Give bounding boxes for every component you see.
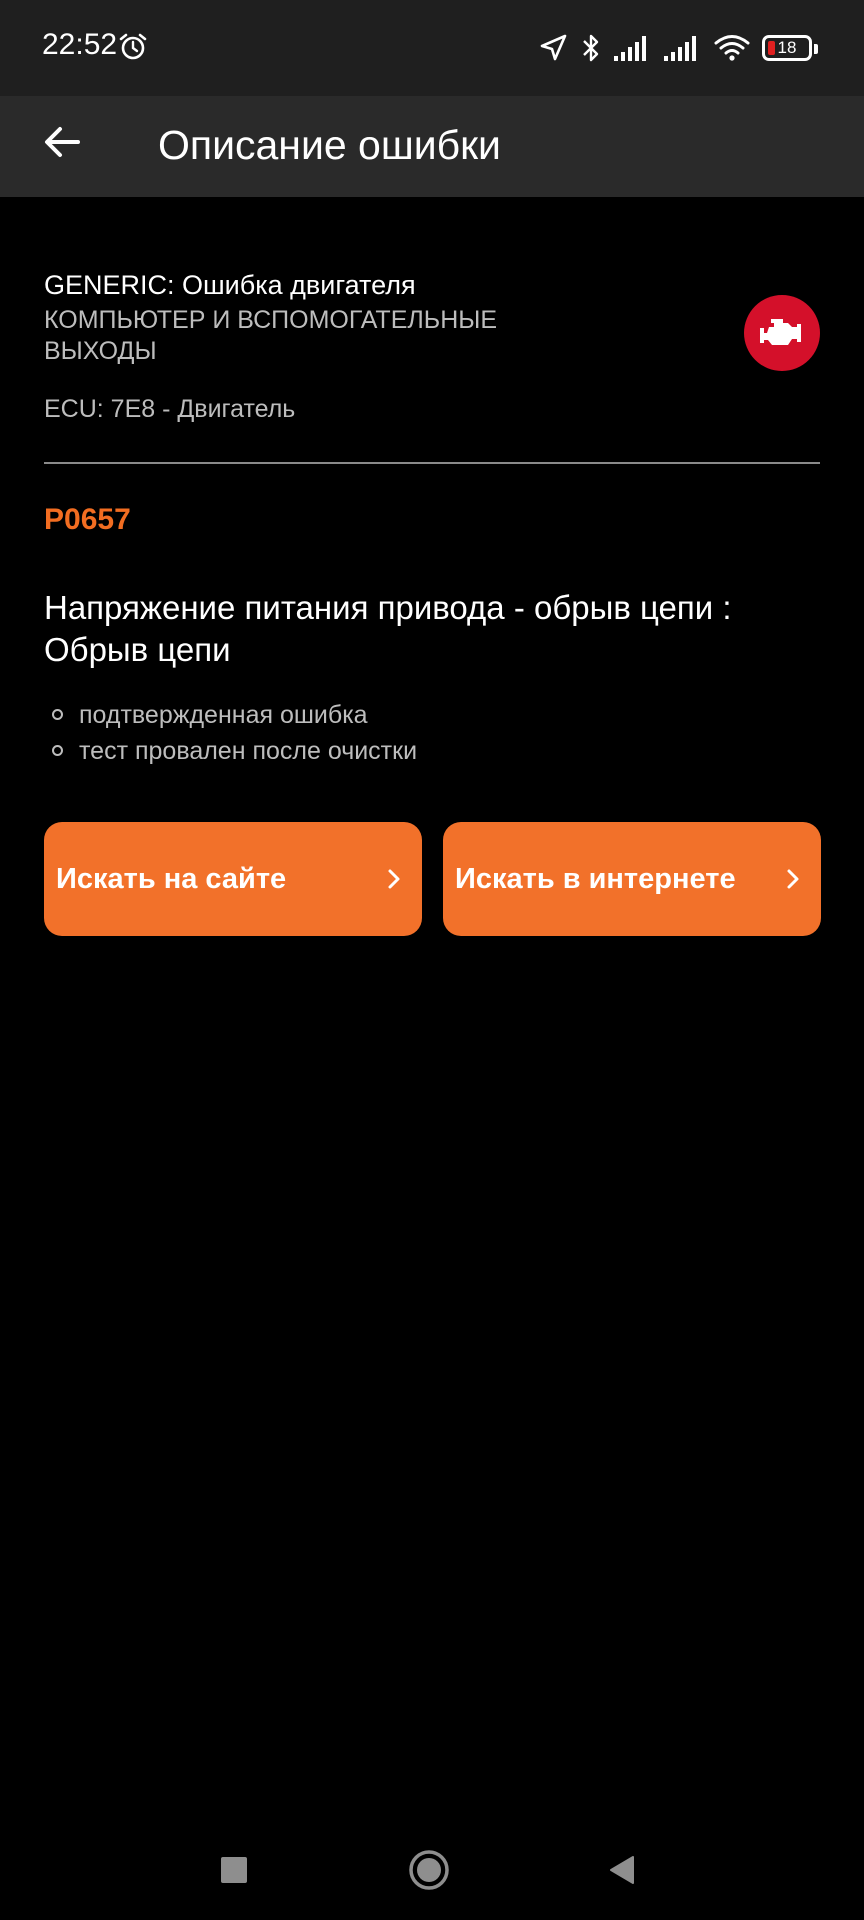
- arrow-left-icon: [45, 127, 80, 157]
- status-time: 22:52: [42, 28, 118, 61]
- list-item: тест провален после очистки: [44, 733, 417, 769]
- search-site-label: Искать на сайте: [56, 862, 287, 895]
- error-code: P0657: [44, 503, 131, 536]
- search-site-button[interactable]: Искать на сайте: [44, 822, 422, 936]
- ecu-label: ECU: 7E8 - Двигатель: [44, 395, 296, 423]
- wifi-icon: [714, 35, 750, 61]
- engine-icon: [760, 319, 801, 345]
- system-subtitle: КОМПЬЮТЕР И ВСПОМОГАТЕЛЬНЫЕ ВЫХОДЫ: [44, 306, 498, 365]
- error-description: Напряжение питания привода - обрыв цепи …: [44, 589, 732, 668]
- page-title: Описание ошибки: [158, 122, 501, 168]
- signal-icon: [614, 36, 646, 61]
- divider: [44, 462, 820, 464]
- recents-button[interactable]: [204, 1840, 264, 1900]
- search-internet-button[interactable]: Искать в интернете: [443, 822, 821, 936]
- chevron-right-icon: [388, 869, 400, 889]
- alarm-icon: [119, 33, 147, 60]
- location-icon: [540, 34, 567, 61]
- back-triangle-icon: [610, 1856, 634, 1884]
- app-bar: Описание ошибки: [0, 96, 864, 197]
- home-button[interactable]: [399, 1840, 459, 1900]
- status-text: тест провален после очистки: [79, 737, 418, 765]
- back-button[interactable]: [30, 110, 94, 174]
- system-title: GENERIC: Ошибка двигателя: [44, 270, 416, 300]
- list-item: подтвержденная ошибка: [44, 697, 417, 733]
- signal-icon: [664, 36, 696, 61]
- chevron-right-icon: [787, 869, 799, 889]
- status-text: подтвержденная ошибка: [79, 701, 368, 729]
- status-icons: 18: [538, 30, 818, 66]
- back-nav-button[interactable]: [592, 1840, 652, 1900]
- engine-badge: [744, 295, 820, 371]
- status-bar: 22:52 18: [0, 0, 864, 96]
- system-nav-bar: [0, 1820, 864, 1920]
- error-status-list: подтвержденная ошибка тест провален посл…: [44, 697, 417, 769]
- battery-icon: 18: [762, 35, 818, 61]
- recents-square-icon: [221, 1857, 247, 1883]
- circle-bullet-icon: [52, 745, 63, 756]
- bluetooth-icon: [583, 34, 599, 62]
- home-circle-icon: [409, 1850, 449, 1890]
- circle-bullet-icon: [52, 709, 63, 720]
- search-internet-label: Искать в интернете: [455, 862, 736, 895]
- battery-level: 18: [777, 38, 797, 57]
